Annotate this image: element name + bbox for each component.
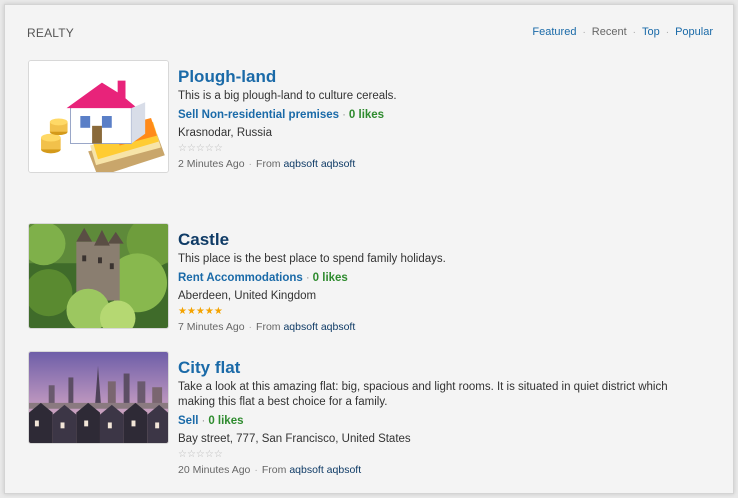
likes-count[interactable]: 0 likes bbox=[208, 415, 243, 427]
listing-category-line: Sell Non-residential premises · 0 likes bbox=[178, 107, 723, 123]
category-link[interactable]: Sell bbox=[178, 415, 198, 427]
listing-location: Bay street, 777, San Francisco, United S… bbox=[178, 433, 411, 445]
listing-category-line: Rent Accommodations · 0 likes bbox=[178, 270, 723, 286]
category-link[interactable]: Sell Non-residential premises bbox=[178, 109, 339, 121]
tab-separator: · bbox=[665, 26, 670, 38]
listing-title[interactable]: City flat bbox=[178, 358, 723, 380]
likes-count[interactable]: 0 likes bbox=[349, 109, 384, 121]
house-money-icon bbox=[29, 61, 168, 172]
listing-item: Castle This place is the best place to s… bbox=[28, 223, 718, 333]
listing-description: This place is the best place to spend fa… bbox=[178, 253, 446, 265]
dot-separator: · bbox=[342, 109, 346, 121]
listing-thumbnail[interactable] bbox=[28, 60, 169, 173]
dot-separator: · bbox=[248, 321, 253, 333]
listing-meta: 7 Minutes Ago · From aqbsoft aqbsoft bbox=[178, 319, 723, 335]
posted-time: 7 Minutes Ago bbox=[178, 321, 245, 333]
dot-separator: · bbox=[254, 464, 258, 476]
listing-description: Take a look at this amazing flat: big, s… bbox=[178, 380, 723, 410]
listing-details: City flat Take a look at this amazing fl… bbox=[178, 358, 723, 478]
tab-separator: · bbox=[632, 26, 636, 38]
listing-description: This is a big plough-land to culture cer… bbox=[178, 90, 397, 102]
listing-details: Plough-land This is a big plough-land to… bbox=[178, 67, 723, 172]
description-line: making this flat a best choice for a fam… bbox=[178, 396, 388, 408]
author-link[interactable]: aqbsoft aqbsoft bbox=[283, 321, 355, 333]
dot-separator: · bbox=[201, 415, 206, 427]
city-photo bbox=[29, 352, 168, 443]
rating-stars[interactable]: ★★★★★ bbox=[178, 305, 723, 318]
tab-separator: · bbox=[582, 26, 586, 38]
tab-top[interactable]: Top bbox=[642, 26, 660, 38]
listing-item: Plough-land This is a big plough-land to… bbox=[28, 60, 718, 180]
castle-photo bbox=[29, 224, 168, 328]
listing-thumbnail[interactable] bbox=[28, 223, 169, 329]
description-line: Take a look at this amazing flat: big, s… bbox=[178, 381, 668, 393]
posted-time: 2 Minutes Ago bbox=[178, 158, 245, 170]
posted-time: 20 Minutes Ago bbox=[178, 464, 251, 476]
tab-recent[interactable]: Recent bbox=[592, 26, 627, 38]
filter-tabs: Featured · Recent · Top · Popular bbox=[532, 26, 713, 38]
widget-title: REALTY bbox=[27, 26, 74, 40]
author-link[interactable]: aqbsoft aqbsoft bbox=[283, 158, 355, 170]
from-label: From bbox=[261, 464, 287, 476]
category-link[interactable]: Rent Accommodations bbox=[178, 272, 303, 284]
author-link[interactable]: aqbsoft aqbsoft bbox=[289, 464, 361, 476]
likes-count[interactable]: 0 likes bbox=[313, 272, 348, 284]
rating-stars[interactable]: ☆☆☆☆☆ bbox=[178, 448, 723, 461]
realty-widget: REALTY Featured · Recent · Top · Popular bbox=[4, 4, 734, 494]
listing-thumbnail[interactable] bbox=[28, 351, 169, 444]
listing-title[interactable]: Castle bbox=[178, 230, 723, 252]
dot-separator: · bbox=[248, 158, 253, 170]
listing-title[interactable]: Plough-land bbox=[178, 67, 723, 89]
tab-popular[interactable]: Popular bbox=[675, 26, 713, 38]
rating-stars[interactable]: ☆☆☆☆☆ bbox=[178, 142, 723, 155]
listing-meta: 2 Minutes Ago · From aqbsoft aqbsoft bbox=[178, 156, 723, 172]
dot-separator: · bbox=[305, 272, 310, 284]
listing-category-line: Sell · 0 likes bbox=[178, 413, 723, 429]
listing-details: Castle This place is the best place to s… bbox=[178, 230, 723, 335]
from-label: From bbox=[256, 321, 281, 333]
listing-item: City flat Take a look at this amazing fl… bbox=[28, 351, 718, 476]
from-label: From bbox=[256, 158, 281, 170]
listing-meta: 20 Minutes Ago · From aqbsoft aqbsoft bbox=[178, 462, 723, 478]
listing-location: Krasnodar, Russia bbox=[178, 127, 272, 139]
listing-location: Aberdeen, United Kingdom bbox=[178, 290, 317, 302]
tab-featured[interactable]: Featured bbox=[532, 26, 576, 38]
